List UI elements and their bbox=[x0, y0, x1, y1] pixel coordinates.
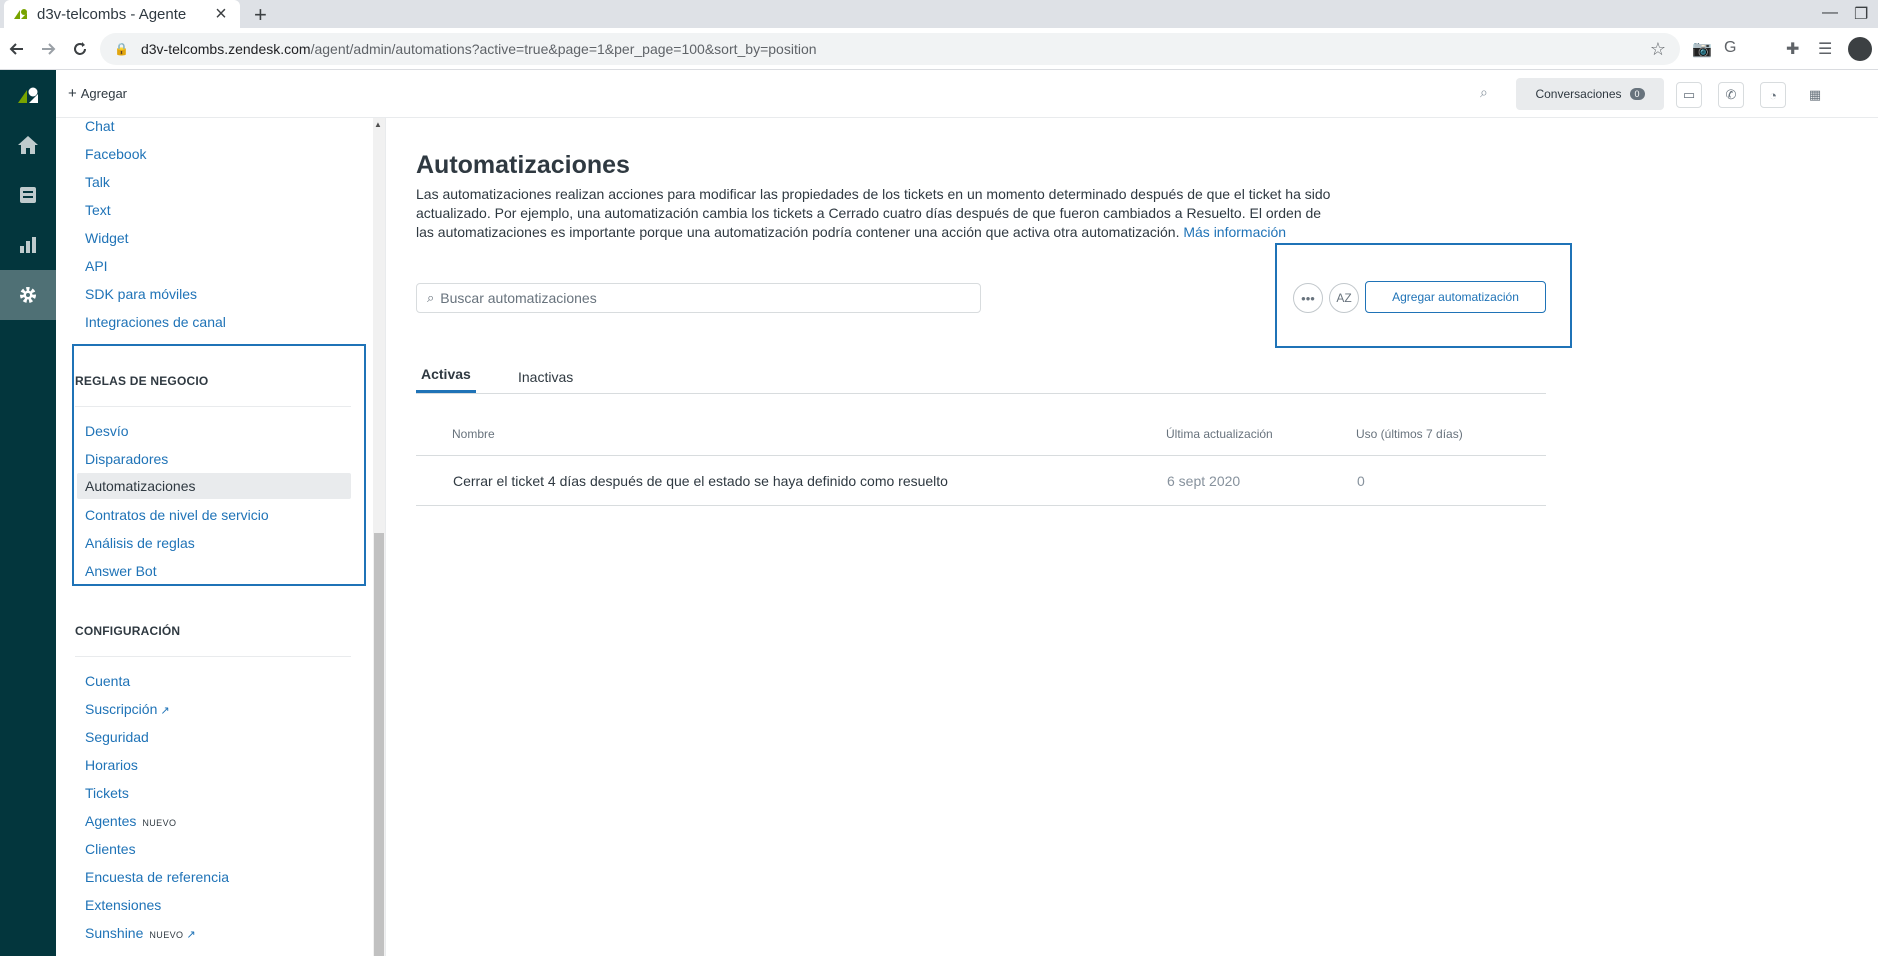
external-link-icon: ↗ bbox=[186, 929, 196, 941]
nav-sla[interactable]: Contratos de nivel de servicio bbox=[85, 507, 269, 523]
nav-routing[interactable]: Desvío bbox=[85, 423, 129, 439]
puzzle-extensions-icon[interactable]: ✚ bbox=[1786, 39, 1799, 59]
product-rail bbox=[0, 70, 56, 956]
nav-agents[interactable]: Agentes NUEVO bbox=[85, 813, 176, 829]
admin-gear-icon[interactable] bbox=[0, 270, 56, 320]
reporting-icon[interactable] bbox=[0, 220, 56, 270]
conversations-button[interactable]: Conversaciones 0 bbox=[1516, 78, 1664, 110]
column-header-name[interactable]: Nombre bbox=[452, 427, 495, 441]
nav-referral-survey[interactable]: Encuesta de referencia bbox=[85, 869, 229, 885]
nav-triggers[interactable]: Disparadores bbox=[85, 451, 168, 467]
tab-close-icon[interactable]: × bbox=[212, 3, 230, 26]
zendesk-logo-icon[interactable] bbox=[0, 70, 56, 120]
nav-talk[interactable]: Talk bbox=[85, 174, 110, 190]
restore-icon[interactable]: ❐ bbox=[1854, 4, 1868, 24]
lock-icon: 🔒 bbox=[114, 42, 129, 56]
nav-widget[interactable]: Widget bbox=[85, 230, 129, 246]
admin-sidenav: Chat Facebook Talk Text Widget API SDK p… bbox=[56, 118, 386, 956]
notifications-bell-icon[interactable]: ◔ bbox=[1760, 82, 1786, 108]
chat-bubble-icon[interactable]: ▭ bbox=[1676, 82, 1702, 108]
apps-grid-icon[interactable]: ▦ bbox=[1802, 82, 1828, 108]
column-header-updated[interactable]: Última actualización bbox=[1166, 427, 1273, 441]
external-link-icon: ↗ bbox=[160, 705, 170, 717]
nav-tickets[interactable]: Tickets bbox=[85, 785, 129, 801]
views-icon[interactable] bbox=[0, 170, 56, 220]
minimize-icon[interactable]: — bbox=[1822, 4, 1838, 22]
automation-updated: 6 sept 2020 bbox=[1167, 473, 1241, 489]
add-new-button[interactable]: + Agregar bbox=[68, 85, 127, 102]
nav-facebook[interactable]: Facebook bbox=[85, 146, 146, 162]
conversations-count-badge: 0 bbox=[1629, 88, 1645, 100]
nav-chat[interactable]: Chat bbox=[85, 118, 115, 134]
tab-title: d3v-telcombs - Agente bbox=[37, 5, 187, 23]
page-title: Automatizaciones bbox=[416, 151, 630, 179]
nav-sunshine[interactable]: Sunshine NUEVO ↗ bbox=[85, 925, 196, 941]
nav-automations[interactable]: Automatizaciones bbox=[77, 473, 351, 499]
config-header: CONFIGURACIÓN bbox=[75, 624, 181, 638]
nav-customers[interactable]: Clientes bbox=[85, 841, 136, 857]
address-bar[interactable]: 🔒 d3v-telcombs.zendesk.com /agent/admin/… bbox=[100, 33, 1680, 65]
forward-icon[interactable] bbox=[36, 37, 60, 61]
bookmark-star-icon[interactable]: ☆ bbox=[1650, 39, 1666, 60]
nav-account[interactable]: Cuenta bbox=[85, 673, 130, 689]
nav-channel-integrations[interactable]: Integraciones de canal bbox=[85, 314, 226, 330]
browser-tabstrip: d3v-telcombs - Agente × + — ❐ bbox=[0, 0, 1878, 28]
page-description: Las automatizaciones realizan acciones p… bbox=[416, 186, 1331, 240]
divider bbox=[75, 406, 351, 407]
nav-api[interactable]: API bbox=[85, 258, 108, 274]
scroll-up-arrow-icon[interactable]: ▲ bbox=[374, 120, 382, 129]
search-icon[interactable]: ⌕ bbox=[1480, 84, 1488, 101]
add-automation-button[interactable]: Agregar automatización bbox=[1365, 281, 1546, 313]
new-tag: NUEVO bbox=[142, 818, 177, 828]
reload-icon[interactable] bbox=[68, 37, 92, 61]
home-icon[interactable] bbox=[0, 120, 56, 170]
new-tag: NUEVO bbox=[149, 930, 184, 940]
automation-usage: 0 bbox=[1357, 473, 1365, 489]
automation-name[interactable]: Cerrar el ticket 4 días después de que e… bbox=[453, 473, 948, 489]
nav-schedules[interactable]: Horarios bbox=[85, 757, 138, 773]
conversations-label: Conversaciones bbox=[1535, 87, 1622, 101]
column-header-usage[interactable]: Uso (últimos 7 días) bbox=[1356, 427, 1463, 441]
table-divider bbox=[416, 505, 1546, 506]
url-path: /agent/admin/automations?active=true&pag… bbox=[310, 41, 817, 57]
back-icon[interactable] bbox=[5, 37, 29, 61]
table-divider bbox=[416, 455, 1546, 456]
tab-inactive[interactable]: Inactivas bbox=[518, 369, 573, 393]
browser-tab[interactable]: d3v-telcombs - Agente × bbox=[4, 0, 240, 28]
zendesk-favicon-icon bbox=[14, 7, 28, 21]
automation-search-field[interactable]: ⌕ bbox=[416, 283, 981, 313]
nav-answer-bot[interactable]: Answer Bot bbox=[85, 563, 157, 579]
divider bbox=[75, 656, 351, 657]
business-rules-header: REGLAS DE NEGOCIO bbox=[75, 374, 209, 388]
more-info-link[interactable]: Más información bbox=[1183, 224, 1286, 240]
nav-subscription[interactable]: Suscripción ↗ bbox=[85, 701, 170, 717]
url-host: d3v-telcombs.zendesk.com bbox=[140, 41, 311, 57]
camera-icon[interactable]: 📷 bbox=[1692, 39, 1712, 59]
reading-list-icon[interactable]: ☰ bbox=[1818, 39, 1832, 59]
automation-search-input[interactable] bbox=[440, 290, 970, 306]
nav-rules-analysis[interactable]: Análisis de reglas bbox=[85, 535, 195, 551]
app-topbar: + Agregar ⌕ Conversaciones 0 ▭ ✆ ◔ ▦ bbox=[56, 70, 1878, 118]
nav-security[interactable]: Seguridad bbox=[85, 729, 149, 745]
more-options-button[interactable]: ••• bbox=[1293, 283, 1323, 313]
browser-profile-avatar[interactable] bbox=[1848, 37, 1872, 61]
new-tab-button[interactable]: + bbox=[254, 2, 267, 28]
sort-az-button[interactable]: AZ bbox=[1329, 283, 1359, 313]
search-icon: ⌕ bbox=[427, 290, 435, 305]
status-tabs: Activas Inactivas bbox=[416, 360, 1546, 394]
nav-mobile-sdk[interactable]: SDK para móviles bbox=[85, 286, 197, 302]
nav-extensions[interactable]: Extensiones bbox=[85, 897, 161, 913]
tab-active[interactable]: Activas bbox=[416, 366, 476, 393]
extension-g-icon[interactable]: G bbox=[1724, 39, 1736, 57]
nav-text[interactable]: Text bbox=[85, 202, 111, 218]
browser-toolbar: 🔒 d3v-telcombs.zendesk.com /agent/admin/… bbox=[0, 28, 1878, 70]
phone-icon[interactable]: ✆ bbox=[1718, 82, 1744, 108]
sidenav-scroll-thumb[interactable] bbox=[374, 533, 384, 956]
